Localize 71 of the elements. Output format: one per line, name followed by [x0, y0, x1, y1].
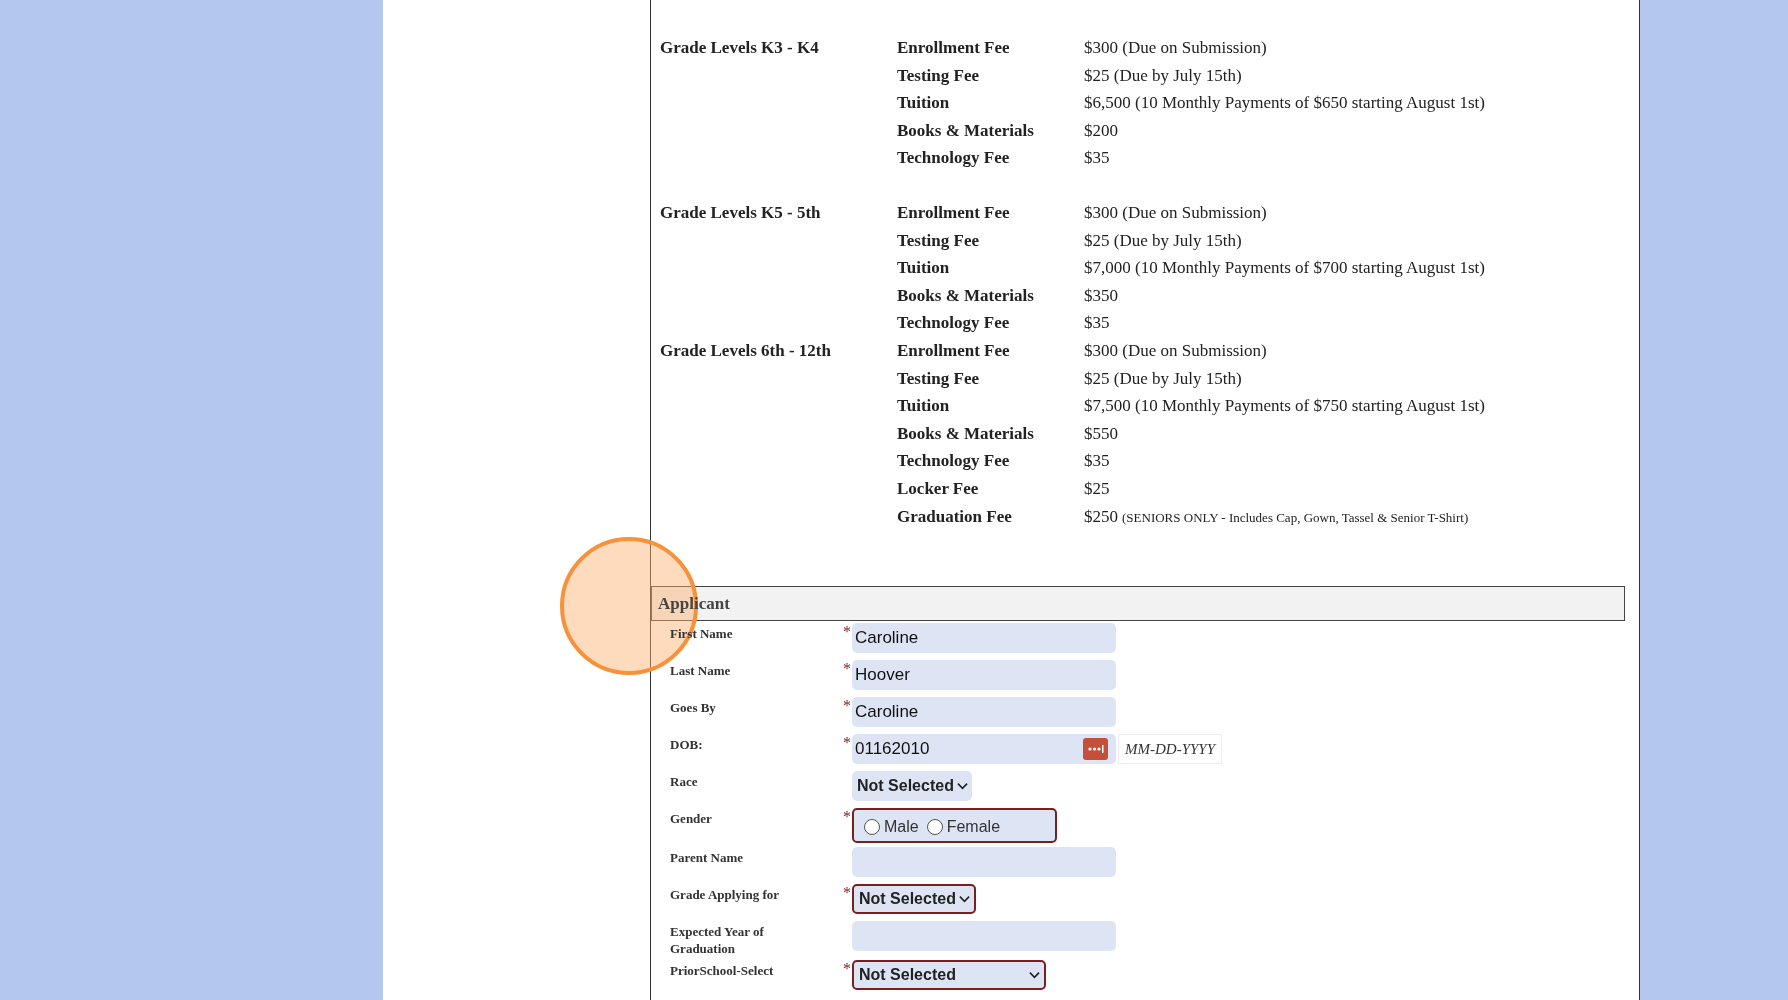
field-label: Race: [670, 773, 699, 791]
field-label: Goes By: [670, 699, 717, 717]
fee-name: Books & Materials: [897, 120, 1034, 140]
fee-amount: $550: [1084, 422, 1118, 445]
chevron-icon: [956, 782, 968, 791]
fee-amount: $200: [1084, 119, 1118, 142]
fee-amount: $25 (Due by July 15th): [1084, 229, 1242, 252]
fee-amount: $7,500 (10 Monthly Payments of $750 starting August 1st): [1084, 395, 1485, 418]
fee-amount: $300 (Due on Submission): [1084, 201, 1267, 224]
fee-name: Tuition: [897, 396, 950, 416]
fee-amount: $300 (Due on Submission): [1084, 37, 1267, 59]
chevron-icon: [958, 895, 970, 904]
field-label: PriorSchool-Select: [670, 962, 775, 980]
input-field[interactable]: Caroline: [852, 697, 1116, 728]
fee-amount: $250: [1084, 505, 1118, 528]
fee-name: Enrollment Fee: [897, 340, 1010, 360]
fee-amount: $6,500 (10 Monthly Payments of $650 starting August 1st): [1084, 92, 1485, 115]
fee-name: Technology Fee: [897, 148, 1010, 168]
fee-amount: $7,000 (10 Monthly Payments of $700 starting August 1st): [1084, 257, 1485, 280]
fee-name: Tuition: [897, 258, 950, 278]
fee-amount: $25: [1084, 477, 1110, 500]
radio-option[interactable]: Female: [926, 815, 1001, 840]
required-marker: *: [843, 734, 851, 752]
chevron-icon: [1029, 971, 1040, 980]
grade-level-label: Grade Levels K5 - 5th: [660, 202, 821, 222]
calendar-button[interactable]: [1083, 738, 1108, 761]
fee-note: (SENIORS ONLY - Includes Cap, Gown, Tassel & Senior T-Shirt): [1122, 508, 1469, 527]
dots-icon: [1087, 745, 1104, 754]
input-field[interactable]: Caroline: [852, 623, 1116, 654]
field-label: Expected Year of Graduation: [670, 923, 765, 958]
fee-amount: $25 (Due by July 15th): [1084, 367, 1242, 390]
input-field[interactable]: [852, 847, 1116, 878]
field-label: Parent Name: [670, 849, 745, 867]
fee-amount: $35: [1084, 147, 1110, 170]
required-marker: *: [843, 660, 851, 678]
required-marker: *: [843, 884, 851, 902]
field-label: Last Name: [670, 662, 732, 680]
fee-amount: $25 (Due by July 15th): [1084, 64, 1242, 87]
fee-name: Tuition: [897, 93, 950, 113]
required-marker: *: [843, 808, 851, 826]
fee-name: Enrollment Fee: [897, 202, 1010, 222]
fee-name: Testing Fee: [897, 65, 979, 85]
fee-amount: $35: [1084, 450, 1110, 473]
fee-name: Testing Fee: [897, 368, 979, 388]
input-field[interactable]: Hoover: [852, 660, 1116, 691]
field-label: DOB:: [670, 736, 704, 754]
fee-name: Locker Fee: [897, 478, 979, 498]
input-field[interactable]: 01162010: [852, 734, 1116, 765]
fee-amount: $350: [1084, 284, 1118, 307]
field-label: Grade Applying for: [670, 886, 781, 904]
fee-name: Books & Materials: [897, 285, 1034, 305]
fee-name: Graduation Fee: [897, 506, 1012, 526]
fee-name: Enrollment Fee: [897, 38, 1010, 57]
format-hint: MM-DD-YYYY: [1125, 739, 1215, 759]
radio-option[interactable]: Male: [864, 815, 919, 840]
fee-name: Books & Materials: [897, 423, 1034, 443]
field-label: Gender: [670, 810, 713, 828]
required-marker: *: [843, 697, 851, 715]
input-field[interactable]: [852, 921, 1116, 952]
fee-amount: $35: [1084, 312, 1110, 335]
fee-name: Technology Fee: [897, 313, 1010, 333]
grade-level-label: Grade Levels 6th - 12th: [660, 340, 831, 360]
fee-name: Testing Fee: [897, 230, 979, 250]
fee-name: Technology Fee: [897, 451, 1010, 471]
fee-amount: $300 (Due on Submission): [1084, 339, 1267, 362]
dropdown[interactable]: Not Selected: [852, 960, 1046, 991]
dropdown[interactable]: Not Selected: [852, 884, 976, 915]
grade-level-label: Grade Levels K3 - K4: [660, 38, 819, 57]
dropdown[interactable]: Not Selected: [852, 771, 972, 802]
required-marker: *: [843, 623, 851, 641]
required-marker: *: [843, 960, 851, 978]
